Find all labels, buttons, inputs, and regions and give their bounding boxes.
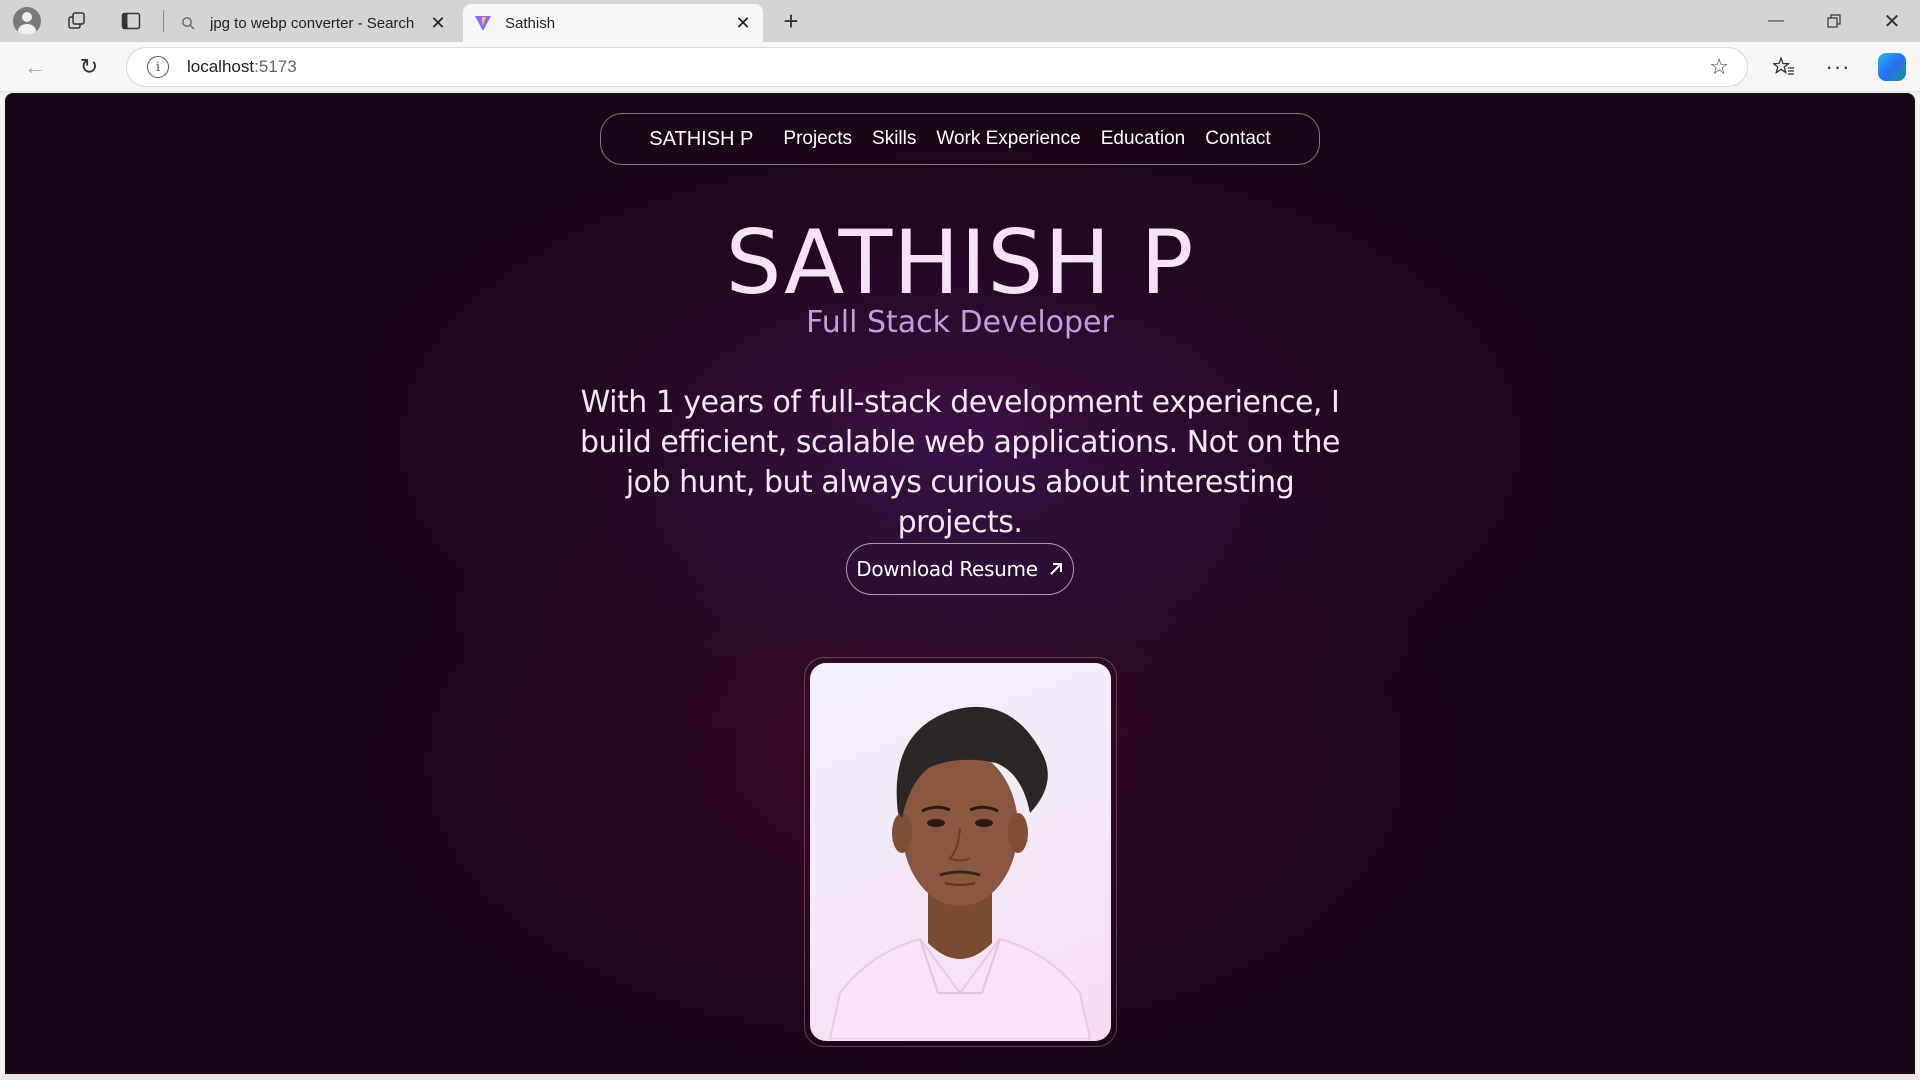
close-tab-icon[interactable]: ✕: [731, 11, 755, 35]
toolbar: ← ↻ i localhost:5173 ☆ ···: [0, 42, 1920, 92]
tab-sathish[interactable]: Sathish ✕: [463, 4, 763, 42]
nav-link-education[interactable]: Education: [1101, 128, 1186, 150]
tab-search[interactable]: jpg to webp converter - Search ✕: [168, 4, 458, 42]
nav-brand[interactable]: SATHISH P: [649, 128, 753, 151]
nav-link-contact[interactable]: Contact: [1205, 128, 1270, 150]
back-icon[interactable]: ←: [18, 50, 52, 84]
restore-icon[interactable]: [1806, 0, 1862, 42]
tab-title: Sathish: [505, 14, 556, 32]
reload-icon[interactable]: ↻: [72, 50, 106, 84]
hero-bio: With 1 years of full-stack development e…: [580, 385, 1340, 540]
tab-strip: jpg to webp converter - Search ✕ Sathish…: [0, 0, 1920, 42]
nav-link-projects[interactable]: Projects: [783, 128, 852, 150]
close-window-icon[interactable]: ✕: [1864, 0, 1920, 42]
profile-photo-frame: [804, 657, 1117, 1047]
site-info-icon[interactable]: i: [147, 56, 169, 78]
page-viewport: SATHISH P Projects Skills Work Experienc…: [5, 93, 1915, 1074]
vite-logo-icon: [473, 13, 493, 33]
nav-link-work-experience[interactable]: Work Experience: [936, 128, 1080, 150]
more-options-icon[interactable]: ···: [1820, 50, 1856, 84]
favorite-star-icon[interactable]: ☆: [1709, 54, 1729, 80]
url-text: localhost:5173: [187, 57, 297, 76]
profile-icon[interactable]: [10, 6, 44, 36]
search-icon: [178, 13, 198, 33]
workspaces-icon[interactable]: [62, 8, 92, 34]
arrow-up-right-icon: [1048, 561, 1064, 577]
hero-name: SATHISH P: [725, 211, 1195, 314]
new-tab-icon[interactable]: +: [775, 6, 807, 36]
favorites-icon[interactable]: [1766, 50, 1802, 84]
tab-title: jpg to webp converter - Search: [210, 14, 415, 32]
download-resume-label: Download Resume: [856, 557, 1038, 581]
address-bar[interactable]: i localhost:5173 ☆: [126, 47, 1748, 87]
copilot-icon[interactable]: [1874, 50, 1910, 84]
window-bottom-edge: [0, 1074, 1920, 1080]
profile-photo: [810, 663, 1111, 1041]
site-navbar: SATHISH P Projects Skills Work Experienc…: [600, 113, 1320, 165]
hero-role: Full Stack Developer: [806, 305, 1114, 340]
close-tab-icon[interactable]: ✕: [426, 11, 450, 35]
minimize-icon[interactable]: —: [1748, 0, 1804, 42]
download-resume-button[interactable]: Download Resume: [846, 543, 1074, 595]
tab-separator: [163, 10, 164, 32]
vertical-tabs-icon[interactable]: [116, 8, 146, 34]
nav-link-skills[interactable]: Skills: [872, 128, 916, 150]
